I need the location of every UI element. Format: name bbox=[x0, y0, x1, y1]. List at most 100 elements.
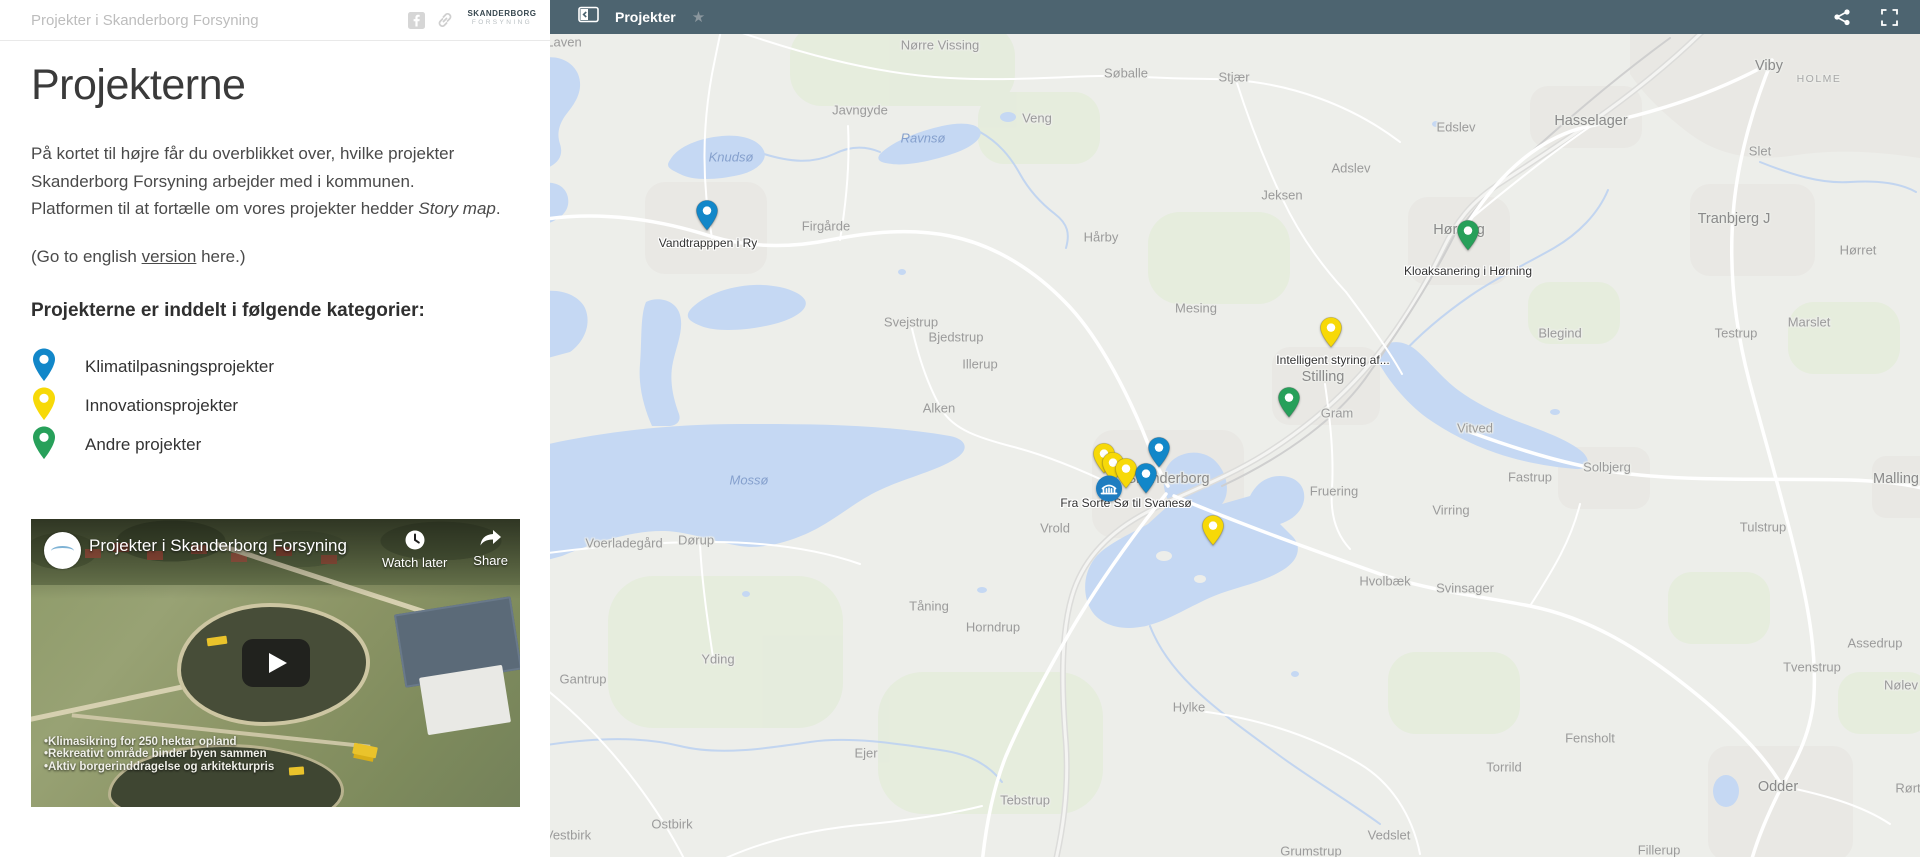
share-arrow-icon bbox=[480, 529, 501, 546]
map-place-label: Slet bbox=[1748, 143, 1772, 159]
map-place-label: Ejer bbox=[854, 745, 878, 761]
app-title: Projekter i Skanderborg Forsyning bbox=[31, 12, 259, 29]
link-icon[interactable] bbox=[436, 11, 454, 29]
map-place-label: Fensholt bbox=[1565, 730, 1615, 746]
map-place-label: Hårby bbox=[1083, 229, 1119, 245]
map-place-label: Fillerup bbox=[1637, 842, 1681, 857]
map-place-label: Blegind bbox=[1538, 325, 1582, 341]
skanderborg-logo: SKANDERBORG FORSYNING bbox=[467, 9, 537, 26]
map-place-label: Gram bbox=[1320, 405, 1354, 421]
share-video-button[interactable]: Share bbox=[473, 529, 508, 570]
intro-paragraph: På kortet til højre får du overblikket o… bbox=[31, 140, 501, 223]
english-prefix: (Go to english bbox=[31, 246, 142, 266]
sidebar-content: Projekterne På kortet til højre får du o… bbox=[0, 41, 550, 807]
map-place-label: Tebstrup bbox=[1000, 792, 1050, 808]
collapse-panel-icon[interactable] bbox=[578, 6, 599, 28]
map-canvas[interactable]: Laven Nørre Vissing Søballe Stjær Veng Javngy… bbox=[550, 34, 1920, 857]
facebook-icon[interactable] bbox=[408, 11, 425, 29]
map-place-label: Fruering bbox=[1309, 483, 1359, 499]
map-place-label: HOLME bbox=[1796, 73, 1842, 85]
blue-map-pin[interactable] bbox=[1134, 462, 1159, 500]
green-map-pin[interactable] bbox=[1277, 386, 1302, 424]
map-place-label: Illerup bbox=[962, 356, 998, 372]
green-map-pin[interactable] bbox=[1456, 219, 1481, 257]
map-place-label: Vrold bbox=[1040, 520, 1070, 536]
marker-label: Intelligent styring af... bbox=[1276, 353, 1390, 367]
map-title: Projekter bbox=[615, 9, 676, 25]
english-line: (Go to english version here.) bbox=[31, 247, 520, 267]
map-place-label: Laven bbox=[550, 34, 582, 50]
intro-period: . bbox=[495, 199, 501, 219]
map-place-label: Tulstrup bbox=[1739, 519, 1787, 535]
map-place-label: Virring bbox=[1432, 502, 1470, 518]
map-place-label: Veng bbox=[1022, 110, 1052, 126]
map-layer: Laven Nørre Vissing Søballe Stjær Veng Javngy… bbox=[550, 34, 1920, 857]
map-place-label: Gantrup bbox=[559, 671, 607, 687]
map-place-label: Fastrup bbox=[1507, 469, 1553, 485]
map-place-label: Hasselager bbox=[1554, 113, 1628, 129]
map-place-label: Bjedstrup bbox=[928, 329, 984, 345]
map-header: Projekter ★ bbox=[550, 0, 1920, 34]
map-place-label: Tåning bbox=[909, 598, 949, 614]
map-place-label: Søballe bbox=[1103, 65, 1149, 81]
english-suffix: here.) bbox=[196, 246, 246, 266]
youtube-video-embed[interactable]: Projekter i Skanderborg Forsyning Watch … bbox=[31, 518, 520, 807]
play-button[interactable] bbox=[241, 638, 310, 687]
map-place-label: Horndrup bbox=[965, 619, 1021, 635]
yellow-map-pin[interactable] bbox=[1201, 514, 1226, 552]
map-place-label: Assedrup bbox=[1847, 635, 1903, 651]
share-icon[interactable] bbox=[1833, 8, 1851, 26]
legend-label: Klimatilpasningsprojekter bbox=[85, 357, 274, 377]
map-place-label: Svejstrup bbox=[883, 314, 939, 330]
map-place-label: Tvenstrup bbox=[1783, 659, 1841, 675]
map-place-label: Svinsager bbox=[1436, 580, 1494, 596]
legend-label: Innovationsprojekter bbox=[85, 396, 239, 416]
legend-label: Andre projekter bbox=[85, 435, 202, 455]
yellow-pin-icon bbox=[31, 386, 85, 427]
map-place-label: Vitved bbox=[1457, 420, 1493, 436]
page-title: Projekterne bbox=[31, 61, 246, 109]
watch-later-button[interactable]: Watch later bbox=[382, 529, 447, 570]
english-version-link[interactable]: version bbox=[142, 247, 197, 266]
clock-icon bbox=[405, 530, 425, 550]
legend-item-andre: Andre projekter bbox=[31, 426, 520, 465]
legend-item-klimatilpasning: Klimatilpasningsprojekter bbox=[31, 348, 520, 387]
map-place-label: Rørt bbox=[1895, 780, 1920, 796]
marker-label: Fra Sorte Sø til Svanesø bbox=[1060, 496, 1192, 510]
video-title[interactable]: Projekter i Skanderborg Forsyning bbox=[89, 536, 347, 556]
intro-italic: Story map bbox=[418, 199, 496, 219]
map-place-label: Tranbjerg J bbox=[1697, 211, 1771, 227]
map-place-label: Adslev bbox=[1331, 160, 1371, 176]
blue-pin-icon bbox=[31, 347, 85, 388]
landmark-bridge-marker[interactable] bbox=[1096, 475, 1123, 507]
map-place-label: Grumstrup bbox=[1280, 843, 1342, 857]
map-place-label: Stjær bbox=[1218, 69, 1250, 85]
map-place-label: Vestbirk bbox=[550, 827, 592, 843]
map-place-label: Viby bbox=[1755, 58, 1783, 74]
map-place-label: Hvolbæk bbox=[1359, 573, 1411, 589]
legend-list: Klimatilpasningsprojekter Innovationspro… bbox=[31, 348, 520, 465]
green-pin-icon bbox=[31, 425, 85, 466]
map-place-label: Odder bbox=[1757, 779, 1799, 795]
map-pane: Projekter ★ aven Nørre Vissing Søballe S… bbox=[550, 0, 1920, 857]
map-place-label: Malling bbox=[1873, 471, 1919, 487]
map-place-label: Ostbirk bbox=[651, 816, 693, 832]
yellow-map-pin[interactable] bbox=[1319, 316, 1344, 354]
legend-item-innovation: Innovationsprojekter bbox=[31, 387, 520, 426]
excavator bbox=[288, 766, 305, 776]
map-place-label: Jeksen bbox=[1261, 187, 1303, 203]
map-water-label: Ravnsø bbox=[900, 130, 946, 146]
channel-avatar[interactable] bbox=[44, 531, 81, 569]
favorite-star-icon[interactable]: ★ bbox=[692, 8, 705, 26]
storymap-app: Projekter i Skanderborg Forsyning SKANDE… bbox=[0, 0, 1920, 857]
map-place-label: Javngyde bbox=[832, 102, 888, 118]
map-place-label: Solbjerg bbox=[1583, 459, 1631, 475]
map-place-label: Torrild bbox=[1486, 759, 1522, 775]
map-place-label: Testrup bbox=[1714, 325, 1758, 341]
categories-heading: Projekterne er inddelt i følgende katego… bbox=[31, 299, 425, 321]
map-place-label: Mesing bbox=[1175, 300, 1217, 316]
fullscreen-icon[interactable] bbox=[1881, 8, 1898, 26]
map-place-label: Vedslet bbox=[1367, 827, 1411, 843]
blue-map-pin[interactable] bbox=[695, 199, 720, 237]
map-place-label: Nørre Vissing bbox=[900, 37, 980, 53]
